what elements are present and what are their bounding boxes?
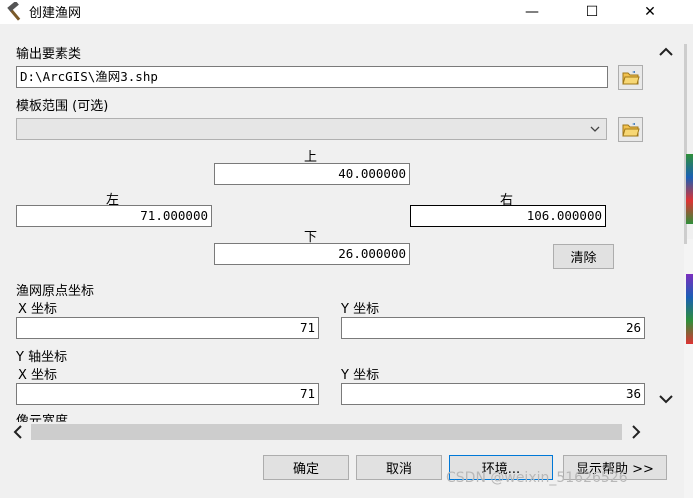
template-extent-select[interactable] (16, 118, 607, 140)
maximize-button[interactable]: ☐ (569, 0, 615, 24)
origin-x-label: X 坐标 (18, 302, 58, 317)
chevron-up-icon[interactable] (656, 42, 676, 66)
cancel-button[interactable]: 取消 (356, 455, 442, 480)
title-bar: 创建渔网 — ☐ ✕ (0, 0, 693, 24)
minimize-icon: — (525, 4, 539, 20)
chevron-left-icon[interactable] (8, 422, 28, 446)
minimize-button[interactable]: — (509, 0, 555, 24)
chevron-down-icon[interactable] (656, 389, 676, 413)
yaxis-label: Y 轴坐标 (16, 350, 68, 365)
open-folder-icon (621, 70, 640, 84)
watermark: CSDN @weixin_51626526 (446, 470, 628, 486)
open-folder-icon (621, 122, 640, 136)
clear-extent-button[interactable]: 清除 (553, 244, 614, 269)
template-label: 模板范围 (可选) (16, 99, 109, 114)
vertical-scrollbar[interactable] (654, 42, 693, 413)
close-button[interactable]: ✕ (627, 0, 673, 24)
origin-x-input[interactable]: 71 (16, 317, 319, 339)
window-title: 创建渔网 (29, 6, 82, 21)
yaxis-x-label: X 坐标 (18, 368, 58, 383)
hammer-icon (5, 0, 25, 22)
output-label: 输出要素类 (16, 47, 82, 62)
maximize-icon: ☐ (585, 4, 599, 20)
extent-top-input[interactable]: 40.000000 (214, 163, 410, 185)
template-browse-button[interactable] (618, 117, 643, 142)
output-browse-button[interactable] (618, 65, 643, 90)
extent-bottom-input[interactable]: 26.000000 (214, 243, 410, 265)
origin-label: 渔网原点坐标 (16, 284, 95, 299)
yaxis-y-input[interactable]: 36 (341, 383, 645, 405)
horizontal-scrollbar[interactable] (8, 422, 648, 442)
extent-right-input[interactable]: 106.000000 (410, 205, 606, 227)
map-fragment (686, 154, 693, 224)
scrollbar-thumb[interactable] (31, 424, 622, 440)
origin-y-label: Y 坐标 (341, 302, 380, 317)
close-icon: ✕ (644, 4, 656, 20)
chevron-right-icon[interactable] (626, 422, 646, 446)
yaxis-x-input[interactable]: 71 (16, 383, 319, 405)
cell-width-label: 像元宽度 (16, 414, 69, 422)
map-fragment (686, 274, 693, 344)
extent-left-input[interactable]: 71.000000 (16, 205, 212, 227)
cell-width-row: 像元宽度 (0, 410, 660, 422)
ok-button[interactable]: 确定 (263, 455, 349, 480)
yaxis-y-label: Y 坐标 (341, 368, 380, 383)
chevron-down-icon (589, 121, 601, 141)
background-window-edge (684, 24, 693, 498)
output-path-input[interactable]: D:\ArcGIS\渔网3.shp (16, 66, 608, 88)
origin-y-input[interactable]: 26 (341, 317, 645, 339)
